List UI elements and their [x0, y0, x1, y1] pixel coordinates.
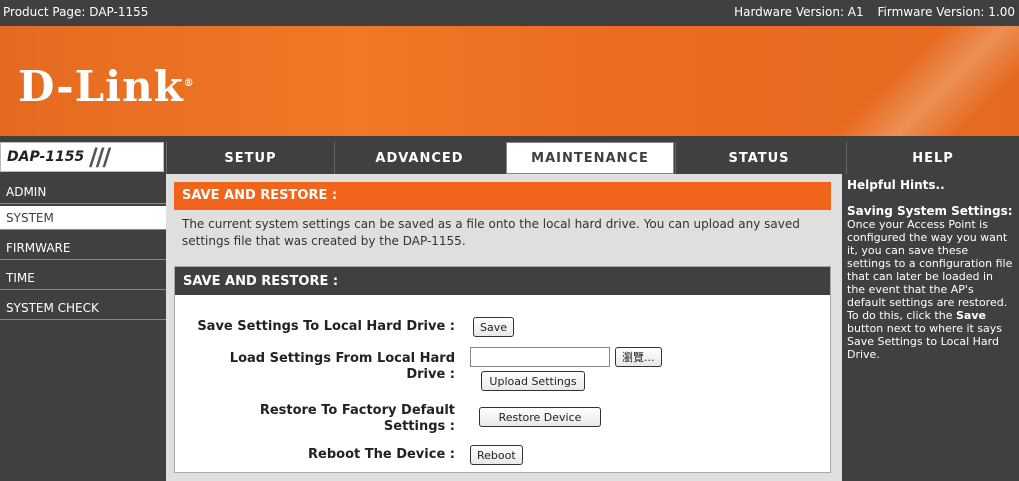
section-title-save-restore: SAVE AND RESTORE :	[175, 267, 830, 295]
load-settings-label-line2: Drive :	[406, 367, 455, 382]
tab-help[interactable]: HELP	[846, 142, 1019, 174]
version-info: Hardware Version: A1 Firmware Version: 1…	[724, 5, 1015, 19]
help-body-part1: Once your Access Point is configured the…	[847, 218, 1013, 322]
tab-advanced[interactable]: ADVANCED	[334, 142, 504, 174]
restore-factory-label: Restore To Factory Default Settings :	[260, 403, 455, 435]
file-path-input[interactable]	[470, 347, 610, 367]
hardware-version: Hardware Version: A1	[734, 5, 864, 19]
main-content: SAVE AND RESTORE : The current system se…	[166, 174, 842, 481]
restore-factory-label-line2: Settings :	[383, 419, 455, 434]
model-badge: DAP-1155 ///	[0, 142, 164, 172]
sidebar-item-system[interactable]: SYSTEM	[0, 206, 166, 230]
reboot-label: Reboot The Device :	[308, 447, 455, 462]
upload-settings-button[interactable]: Upload Settings	[481, 371, 585, 391]
model-label: DAP-1155	[7, 149, 85, 165]
save-settings-label: Save Settings To Local Hard Drive :	[197, 319, 455, 334]
help-body-bold: Save	[955, 309, 986, 322]
tab-setup[interactable]: SETUP	[166, 142, 334, 174]
load-settings-label: Load Settings From Local Hard Drive :	[230, 351, 455, 383]
sidebar-item-time[interactable]: TIME	[0, 266, 166, 290]
logo-registered-mark: ®	[183, 78, 195, 89]
sidebar-item-admin[interactable]: ADMIN	[0, 180, 166, 204]
intro-card: SAVE AND RESTORE : The current system se…	[174, 182, 831, 262]
help-panel: Helpful Hints.. Saving System Settings: …	[842, 174, 1019, 481]
tab-status[interactable]: STATUS	[675, 142, 842, 174]
header-banner: D-Link®	[0, 26, 1019, 136]
restore-factory-label-line1: Restore To Factory Default	[259, 403, 455, 418]
section-description: The current system settings can be saved…	[182, 217, 800, 248]
firmware-version: Firmware Version: 1.00	[877, 5, 1015, 19]
section-title-intro: SAVE AND RESTORE :	[174, 182, 831, 210]
reboot-button[interactable]: Reboot	[470, 445, 523, 465]
logo-text: D-Link	[18, 62, 184, 111]
help-body-part2: button next to where it says Save Settin…	[847, 322, 1003, 361]
help-body: Once your Access Point is configured the…	[847, 218, 1014, 361]
help-subtitle: Saving System Settings:	[847, 204, 1013, 218]
tab-maintenance[interactable]: MAINTENANCE	[506, 142, 674, 174]
save-button[interactable]: Save	[473, 317, 515, 337]
browse-button[interactable]: 瀏覽...	[615, 347, 662, 367]
product-page-label: Product Page: DAP-1155	[3, 5, 149, 19]
sidebar: ADMIN SYSTEM FIRMWARE TIME SYSTEM CHECK	[0, 174, 166, 481]
top-bar: Product Page: DAP-1155 Hardware Version:…	[0, 0, 1019, 26]
restore-device-button[interactable]: Restore Device	[479, 407, 601, 427]
load-settings-label-line1: Load Settings From Local Hard	[229, 351, 455, 366]
sidebar-item-firmware[interactable]: FIRMWARE	[0, 236, 166, 260]
model-slashes: ///	[89, 143, 111, 171]
banner-shine	[819, 26, 1019, 136]
save-restore-card: SAVE AND RESTORE : Save Settings To Loca…	[174, 266, 831, 473]
dlink-logo: D-Link®	[18, 62, 195, 111]
nav-row: DAP-1155 /// SETUP ADVANCED MAINTENANCE …	[0, 136, 1019, 174]
sidebar-item-system-check[interactable]: SYSTEM CHECK	[0, 296, 166, 320]
help-title: Helpful Hints..	[847, 178, 945, 192]
